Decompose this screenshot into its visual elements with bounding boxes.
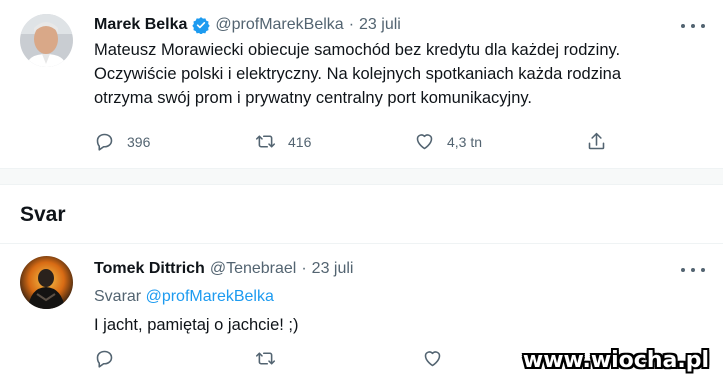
retweet-button[interactable] xyxy=(255,348,276,369)
retweet-icon xyxy=(255,352,276,365)
avatar[interactable] xyxy=(20,14,73,67)
retweet-count: 416 xyxy=(288,133,312,150)
like-button[interactable] xyxy=(422,348,443,369)
tweet-text: Mateusz Morawiecki obiecuje samochód bez… xyxy=(94,38,621,110)
replying-to: Svarar @profMarekBelka xyxy=(94,285,274,309)
tweet-text-line: Oczywiście polski i elektryczny. Na kole… xyxy=(94,65,622,83)
author-handle[interactable]: @Tenebrael xyxy=(210,260,297,278)
tweet-header: Marek Belka @profMarekBelka · 23 juli xyxy=(94,16,401,34)
share-button[interactable] xyxy=(586,131,607,152)
like-button[interactable]: 4,3 tn xyxy=(414,131,482,152)
avatar-photo xyxy=(20,14,73,67)
main-tweet[interactable]: Marek Belka @profMarekBelka · 23 juli Ma… xyxy=(0,0,723,168)
verified-badge-icon xyxy=(192,17,211,34)
author-handle[interactable]: @profMarekBelka xyxy=(215,16,343,34)
separator-dot: · xyxy=(348,16,355,33)
reply-button[interactable] xyxy=(94,348,115,369)
avatar[interactable] xyxy=(20,256,73,309)
separator-dot: · xyxy=(301,260,307,277)
heart-icon xyxy=(424,351,441,367)
author-name[interactable]: Marek Belka xyxy=(94,16,187,34)
watermark: www.wiocha.pl xyxy=(522,348,709,373)
tweet-text-line: Mateusz Morawiecki obiecuje samochód bez… xyxy=(94,41,621,59)
more-options-icon[interactable] xyxy=(681,262,705,278)
more-options-icon[interactable] xyxy=(681,18,705,34)
replying-to-label: Svarar xyxy=(94,288,142,305)
tweet-text-line: otrzyma swój prom i prywatny centralny p… xyxy=(94,89,533,107)
avatar-photo xyxy=(20,256,73,309)
replying-to-mention[interactable]: @profMarekBelka xyxy=(146,288,274,305)
heart-icon xyxy=(416,134,433,150)
section-separator xyxy=(0,168,723,185)
author-name[interactable]: Tomek Dittrich xyxy=(94,260,205,278)
reply-button[interactable]: 396 xyxy=(94,131,150,152)
reply-icon xyxy=(96,350,113,368)
reply-icon xyxy=(96,133,113,151)
tweet-header: Tomek Dittrich @Tenebrael · 23 juli xyxy=(94,260,353,278)
tweet-date[interactable]: 23 juli xyxy=(359,16,401,34)
tweet-date[interactable]: 23 juli xyxy=(312,260,354,278)
share-icon xyxy=(588,132,605,150)
replies-section-title: Svar xyxy=(20,203,66,226)
tweet-text: I jacht, pamiętaj o jachcie! ;) xyxy=(94,316,299,334)
reply-count: 396 xyxy=(127,133,151,150)
retweet-icon xyxy=(255,135,276,148)
like-count: 4,3 tn xyxy=(447,133,483,150)
retweet-button[interactable]: 416 xyxy=(255,131,311,152)
